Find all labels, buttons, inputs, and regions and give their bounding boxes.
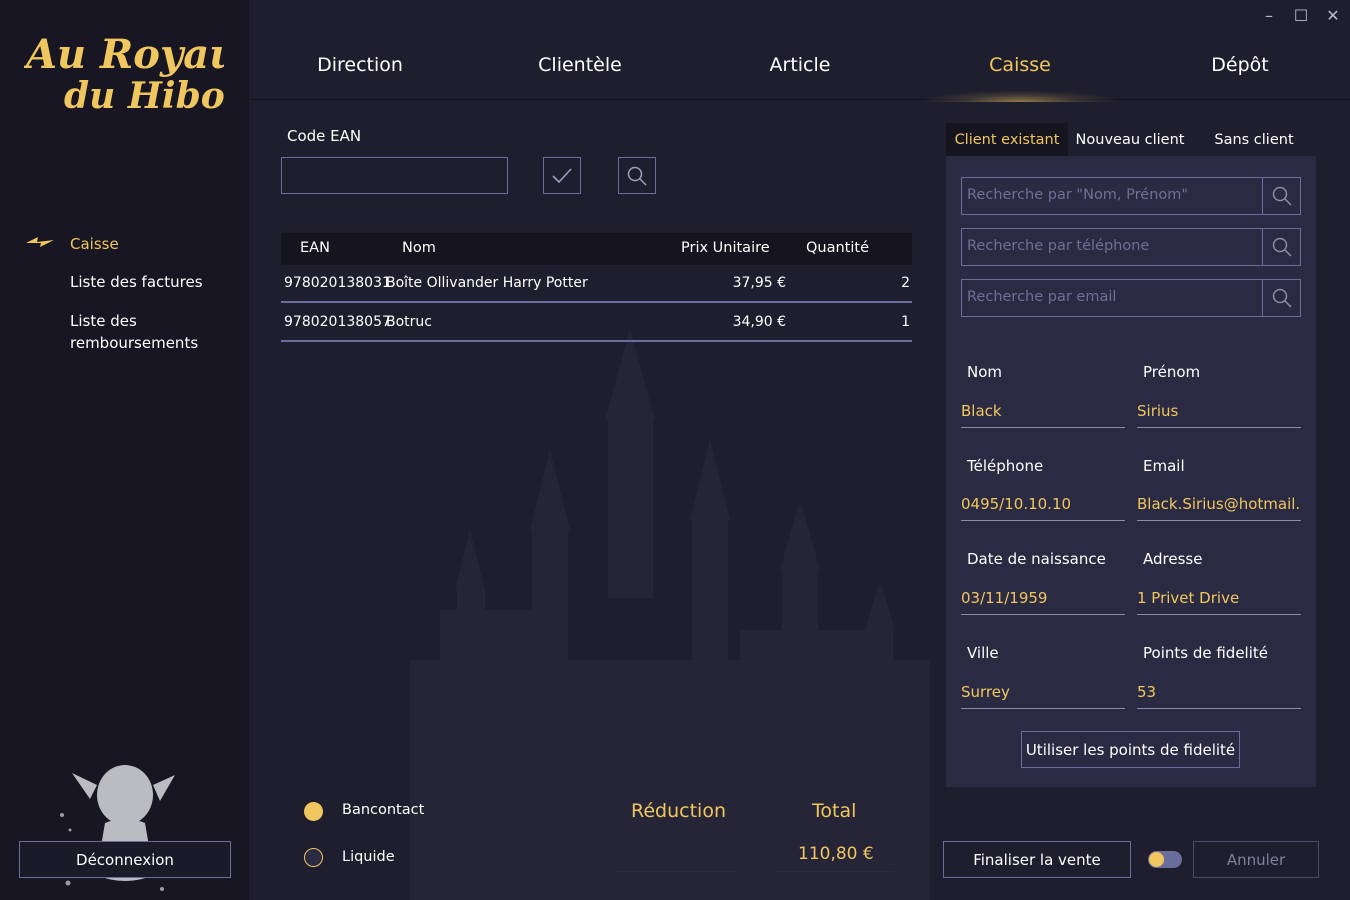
search-name-field[interactable]: Recherche par "Nom, Prénom": [961, 177, 1301, 215]
tab-sans-client[interactable]: Sans client: [1192, 123, 1316, 156]
points-value[interactable]: 53: [1137, 683, 1301, 709]
search-phone-field[interactable]: Recherche par téléphone: [961, 228, 1301, 266]
search-name-placeholder: Recherche par "Nom, Prénom": [967, 187, 1189, 203]
search-email-button[interactable]: [1262, 280, 1300, 316]
use-points-button[interactable]: Utiliser les points de fidelité: [1021, 731, 1240, 768]
telephone-value[interactable]: 0495/10.10.10: [961, 495, 1125, 521]
nom-label: Nom: [967, 363, 1003, 381]
app-logo: Au Royaume du Hibou: [22, 26, 306, 121]
cell-quantite: 2: [901, 275, 910, 291]
cell-nom: Boîte Ollivander Harry Potter: [386, 275, 588, 291]
top-navigation: Direction Clientèle Article Caisse Dépôt: [250, 40, 1350, 102]
search-phone-placeholder: Recherche par téléphone: [967, 238, 1150, 254]
window-controls: – ☐ ✕: [1260, 6, 1342, 25]
email-value[interactable]: Black.Sirius@hotmail.com: [1137, 495, 1301, 521]
sidebar-item-remboursements[interactable]: Liste des remboursements: [70, 310, 210, 354]
client-panel: Client existant Nouveau client Sans clie…: [946, 123, 1316, 787]
column-header-prix: Prix Unitaire: [681, 240, 770, 256]
total-underline: [775, 871, 895, 872]
client-tabs: Client existant Nouveau client Sans clie…: [946, 123, 1316, 156]
radio-liquide[interactable]: [304, 848, 323, 867]
payment-label-bancontact: Bancontact: [342, 802, 425, 818]
sidebar-item-caisse[interactable]: Caisse: [70, 233, 119, 255]
nom-value[interactable]: Black: [961, 402, 1125, 428]
table-row[interactable]: 978020138057 Botruc 34,90 € 1: [281, 304, 912, 342]
reduction-label: Réduction: [631, 800, 726, 822]
ville-value[interactable]: Surrey: [961, 683, 1125, 709]
sidebar: Au Royaume du Hibou Caisse Liste des fac…: [0, 0, 306, 900]
search-icon: [1272, 237, 1292, 257]
reduction-underline: [615, 871, 737, 872]
tab-direction[interactable]: Direction: [250, 54, 470, 76]
column-header-nom: Nom: [402, 240, 436, 256]
tab-clientele[interactable]: Clientèle: [470, 54, 690, 76]
tab-client-existant[interactable]: Client existant: [946, 123, 1068, 156]
payment-label-liquide: Liquide: [342, 849, 395, 865]
table-row[interactable]: 978020138031 Boîte Ollivander Harry Pott…: [281, 265, 912, 303]
search-article-button[interactable]: [618, 157, 656, 194]
finalize-sale-button[interactable]: Finaliser la vente: [943, 841, 1131, 878]
cell-ean: 978020138057: [284, 314, 391, 330]
search-email-field[interactable]: Recherche par email: [961, 279, 1301, 317]
email-label: Email: [1143, 457, 1185, 475]
column-header-ean: EAN: [300, 240, 330, 256]
ean-label: Code EAN: [287, 127, 362, 145]
tab-nouveau-client[interactable]: Nouveau client: [1068, 123, 1192, 156]
search-icon: [627, 166, 647, 186]
total-label: Total: [812, 800, 857, 822]
sidebar-item-factures[interactable]: Liste des factures: [70, 271, 203, 293]
check-icon: [552, 167, 572, 183]
cell-prix: 37,95 €: [732, 275, 786, 291]
points-label: Points de fidelité: [1143, 644, 1268, 662]
cell-ean: 978020138031: [284, 275, 391, 291]
tab-article[interactable]: Article: [690, 54, 910, 76]
naissance-value[interactable]: 03/11/1959: [961, 589, 1125, 615]
total-value: 110,80 €: [798, 844, 874, 864]
validate-ean-button[interactable]: [543, 157, 581, 194]
cell-nom: Botruc: [386, 314, 432, 330]
search-name-button[interactable]: [1262, 178, 1300, 214]
cancel-button[interactable]: Annuler: [1193, 841, 1319, 878]
table-header: EAN Nom Prix Unitaire Quantité: [281, 233, 912, 265]
search-icon: [1272, 186, 1292, 206]
ean-input[interactable]: [281, 157, 508, 194]
tab-caisse[interactable]: Caisse: [910, 54, 1130, 76]
ville-label: Ville: [967, 644, 999, 662]
logout-button[interactable]: Déconnexion: [19, 841, 231, 878]
prenom-value[interactable]: Sirius: [1137, 402, 1301, 428]
search-icon: [1272, 288, 1292, 308]
naissance-label: Date de naissance: [967, 550, 1106, 568]
maximize-icon[interactable]: ☐: [1292, 6, 1310, 25]
search-email-placeholder: Recherche par email: [967, 289, 1117, 305]
search-phone-button[interactable]: [1262, 229, 1300, 265]
adresse-label: Adresse: [1143, 550, 1203, 568]
toggle-knob: [1149, 852, 1164, 867]
logo-line1: Au Royaume: [24, 31, 224, 78]
logo-line2: du Hibou: [64, 75, 224, 117]
close-icon[interactable]: ✕: [1324, 6, 1342, 25]
prenom-label: Prénom: [1143, 363, 1201, 381]
active-tab-indicator: [920, 90, 1120, 102]
tab-depot[interactable]: Dépôt: [1130, 54, 1350, 76]
column-header-quantite: Quantité: [806, 240, 869, 256]
cell-quantite: 1: [901, 314, 910, 330]
minimize-icon[interactable]: –: [1260, 6, 1278, 25]
adresse-value[interactable]: 1 Privet Drive: [1137, 589, 1301, 615]
cell-prix: 34,90 €: [732, 314, 786, 330]
lightning-bolt-icon: [26, 237, 54, 247]
toggle-switch[interactable]: [1148, 851, 1182, 868]
telephone-label: Téléphone: [967, 457, 1044, 475]
radio-bancontact[interactable]: [304, 802, 323, 821]
